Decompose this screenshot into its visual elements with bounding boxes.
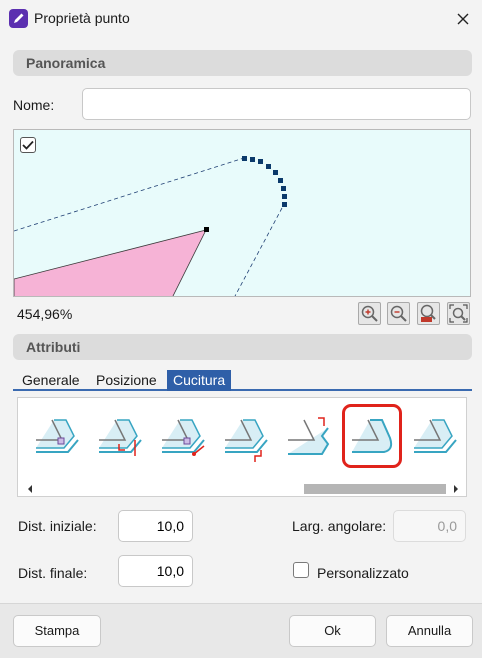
zoom-in-icon bbox=[361, 305, 378, 322]
stitch-icon bbox=[162, 419, 205, 456]
larg-angolare-input bbox=[393, 510, 466, 542]
stitch-type-4[interactable] bbox=[221, 410, 269, 462]
zoom-out-button[interactable] bbox=[387, 302, 410, 325]
preview-canvas[interactable] bbox=[13, 129, 471, 297]
preview-checkbox[interactable] bbox=[20, 137, 36, 153]
dist-iniziale-input[interactable] bbox=[118, 510, 193, 542]
zoom-in-button[interactable] bbox=[358, 302, 381, 325]
zoom-fit-button[interactable] bbox=[447, 302, 470, 325]
app-icon bbox=[9, 9, 28, 28]
zoom-level: 454,96% bbox=[17, 306, 73, 322]
tab-cucitura[interactable]: Cucitura bbox=[167, 370, 232, 391]
pattern-piece bbox=[14, 229, 207, 296]
scroll-thumb[interactable] bbox=[304, 484, 446, 494]
stitch-type-6[interactable] bbox=[342, 404, 402, 468]
dashed-line bbox=[234, 207, 283, 296]
stitch-icon bbox=[225, 419, 268, 462]
stitch-type-7[interactable] bbox=[410, 410, 458, 462]
stitch-icon bbox=[288, 417, 330, 455]
ok-button[interactable]: Ok bbox=[289, 615, 376, 647]
stampa-button[interactable]: Stampa bbox=[13, 615, 101, 647]
title-bar: Proprietà punto bbox=[0, 0, 482, 38]
larg-angolare-label: Larg. angolare: bbox=[292, 518, 387, 534]
stitch-type-list[interactable] bbox=[17, 397, 467, 497]
window-title: Proprietà punto bbox=[34, 10, 130, 26]
stitch-icon bbox=[99, 419, 142, 456]
curve-points bbox=[242, 156, 287, 207]
close-icon bbox=[457, 13, 469, 25]
corner-point bbox=[204, 227, 209, 232]
dashed-line bbox=[14, 157, 245, 232]
tabs-underline bbox=[13, 389, 472, 391]
stitch-type-2[interactable] bbox=[95, 410, 143, 462]
dist-finale-label: Dist. finale: bbox=[18, 565, 88, 581]
name-input[interactable] bbox=[82, 88, 471, 120]
stitch-type-1[interactable] bbox=[32, 410, 80, 462]
dist-finale-input[interactable] bbox=[118, 555, 193, 587]
stitch-icon bbox=[36, 419, 79, 453]
stitch-type-3[interactable] bbox=[158, 410, 206, 462]
personalizzato-label: Personalizzato bbox=[317, 565, 409, 581]
name-label: Nome: bbox=[13, 97, 55, 113]
zoom-out-all-button[interactable] bbox=[417, 302, 440, 325]
zoom-out-icon bbox=[390, 305, 407, 322]
zoom-out-all-icon bbox=[420, 304, 436, 322]
zoom-fit-icon bbox=[449, 304, 468, 323]
stitch-type-5[interactable] bbox=[284, 410, 332, 462]
dist-iniziale-label: Dist. iniziale: bbox=[18, 518, 97, 534]
preview-drawing bbox=[14, 156, 287, 296]
tab-generale[interactable]: Generale bbox=[22, 370, 80, 391]
stitch-icon bbox=[414, 419, 457, 453]
scroll-right-icon[interactable] bbox=[452, 484, 460, 494]
section-panoramica: Panoramica bbox=[13, 50, 472, 76]
close-button[interactable] bbox=[450, 6, 476, 32]
section-attributi: Attributi bbox=[13, 334, 472, 360]
scroll-left-icon[interactable] bbox=[26, 484, 34, 494]
personalizzato-checkbox[interactable] bbox=[293, 562, 309, 578]
stitch-icon bbox=[352, 419, 393, 453]
check-icon bbox=[22, 140, 34, 150]
tab-posizione[interactable]: Posizione bbox=[96, 370, 157, 391]
horizontal-scrollbar[interactable] bbox=[22, 484, 464, 494]
annulla-button[interactable]: Annulla bbox=[386, 615, 473, 647]
